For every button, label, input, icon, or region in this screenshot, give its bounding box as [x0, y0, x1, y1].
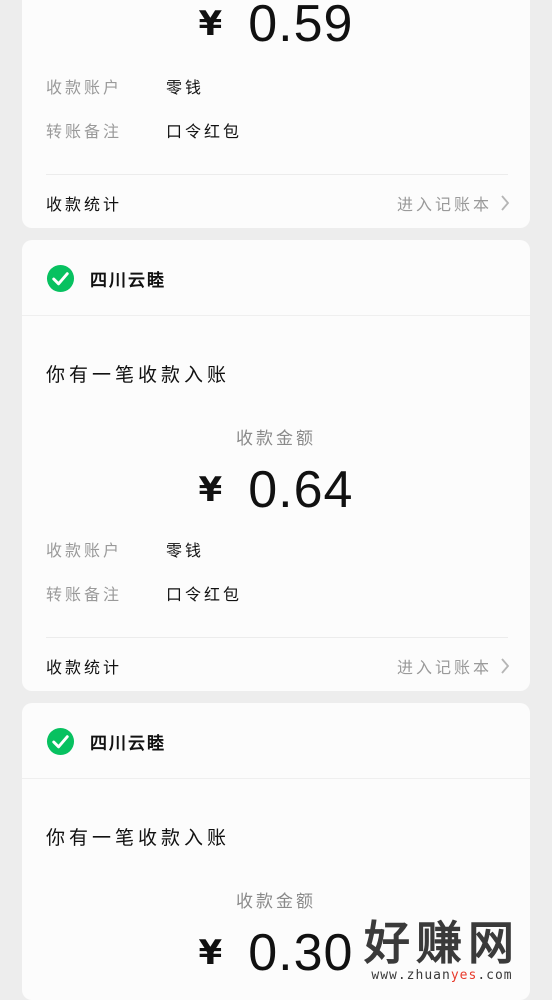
amount-value: 0.30 [248, 924, 354, 982]
amount-display: ¥0.64 [22, 460, 530, 520]
account-label: 收款账户 [46, 78, 123, 97]
account-value: 零钱 [166, 78, 205, 97]
amount-label: 收款金额 [236, 429, 316, 449]
note-value: 口令红包 [166, 122, 243, 141]
amount-display: ¥0.59 [22, 0, 530, 54]
currency-symbol: ¥ [198, 4, 223, 44]
currency-symbol: ¥ [198, 470, 223, 510]
check-circle-icon [46, 264, 75, 293]
ledger-link[interactable]: 进入记账本 [397, 654, 510, 678]
chevron-right-icon [501, 658, 510, 674]
watermark-logo-text: 好赚网 [364, 916, 520, 970]
payment-card-1: ¥0.59 收款账户 零钱 转账备注 口令红包 收款统计 进入记账本 [22, 0, 530, 228]
headline: 你有一笔收款入账 [46, 827, 231, 849]
chevron-right-icon [501, 195, 510, 211]
payment-card-2: 四川云睦 你有一笔收款入账 收款金额 ¥0.64 收款账户 零钱 转账备注 口令… [22, 240, 530, 691]
watermark-url-suffix: .com [477, 968, 513, 983]
watermark-url: www.zhuanyes.com [344, 968, 540, 983]
note-label: 转账备注 [46, 585, 123, 604]
watermark-url-highlight: yes [450, 968, 478, 983]
check-circle-icon [46, 727, 75, 756]
note-label: 转账备注 [46, 122, 123, 141]
currency-symbol: ¥ [198, 933, 223, 973]
sender-name: 四川云睦 [90, 734, 166, 754]
ledger-link-label: 进入记账本 [396, 658, 492, 677]
ledger-link[interactable]: 进入记账本 [397, 191, 510, 215]
stats-label: 收款统计 [46, 658, 123, 677]
watermark-url-prefix: www.zhuan [371, 968, 451, 983]
account-value: 零钱 [166, 541, 205, 560]
account-label: 收款账户 [46, 541, 123, 560]
sender-name: 四川云睦 [90, 271, 166, 291]
stats-label: 收款统计 [46, 195, 123, 214]
site-watermark: 好赚网 www.zhuanyes.com [344, 918, 540, 988]
card-header: 四川云睦 [22, 240, 530, 316]
card-header: 四川云睦 [22, 703, 530, 779]
divider [46, 637, 508, 638]
note-value: 口令红包 [166, 585, 243, 604]
divider [46, 174, 508, 175]
headline: 你有一笔收款入账 [46, 364, 231, 386]
amount-label: 收款金额 [236, 892, 316, 912]
ledger-link-label: 进入记账本 [396, 195, 492, 214]
amount-value: 0.59 [248, 0, 354, 53]
amount-value: 0.64 [248, 461, 354, 519]
